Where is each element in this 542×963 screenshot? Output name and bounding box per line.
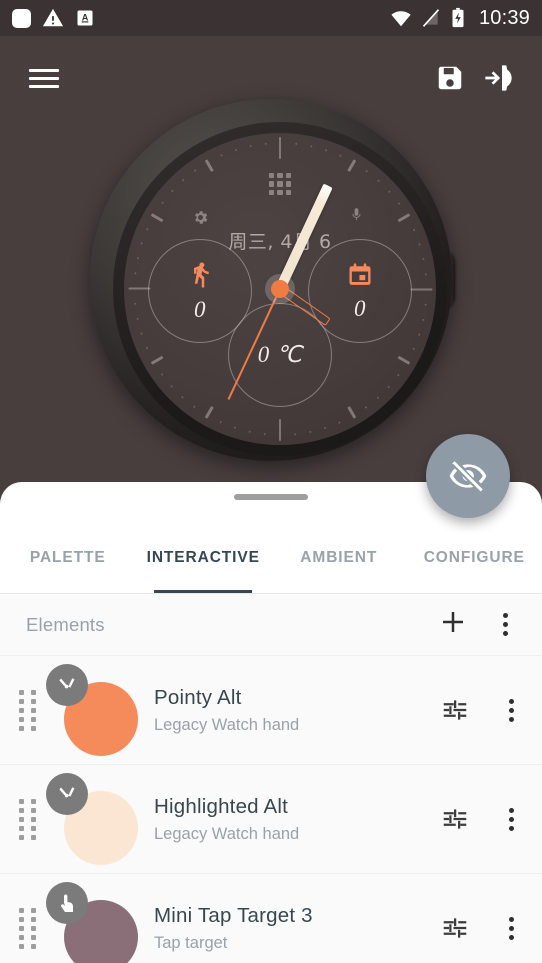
element-list-item[interactable]: Mini Tap Target 3 Tap target xyxy=(0,874,542,963)
element-subtitle: Tap target xyxy=(154,933,228,952)
save-button[interactable] xyxy=(426,54,474,102)
watch-hands-icon xyxy=(59,787,75,798)
plus-icon xyxy=(443,612,463,632)
walking-steps-icon xyxy=(194,262,209,287)
microphone-icon xyxy=(352,208,361,221)
warning-triangle-icon xyxy=(42,8,64,27)
tune-icon xyxy=(443,918,467,938)
element-tune-button[interactable] xyxy=(440,804,470,834)
watch-stage: 周三, 4月 6 0 0 0 ℃ xyxy=(81,90,461,470)
sheet-drag-handle[interactable] xyxy=(234,494,308,500)
element-title: Highlighted Alt xyxy=(154,794,289,818)
element-title: Pointy Alt xyxy=(154,685,242,709)
element-subtitle: Legacy Watch hand xyxy=(154,715,300,734)
more-vertical-icon xyxy=(508,807,514,813)
apps-grid-icon xyxy=(269,173,291,195)
hamburger-menu-button[interactable] xyxy=(20,54,68,102)
watch-preview[interactable]: 周三, 4月 6 0 0 0 ℃ xyxy=(0,70,542,490)
elements-section-header: Elements xyxy=(0,594,542,656)
element-swatch-group xyxy=(46,882,138,963)
svg-text:A: A xyxy=(82,13,89,23)
tab-bar: PALETTE INTERACTIVE AMBIENT CONFIGURE xyxy=(0,522,542,594)
subdial-steps-value: 0 xyxy=(194,296,206,322)
element-title: Mini Tap Target 3 xyxy=(154,903,313,927)
bottom-sheet: PALETTE INTERACTIVE AMBIENT CONFIGURE Eleme… xyxy=(0,482,542,963)
status-bar-right-icons: 10:39 xyxy=(390,7,530,30)
elements-section-actions xyxy=(438,607,516,642)
more-vertical-icon xyxy=(508,916,514,922)
element-row-actions xyxy=(440,695,522,725)
status-bar-clock: 10:39 xyxy=(478,6,530,29)
a-badge-icon: A xyxy=(77,10,93,26)
send-to-watch-button[interactable] xyxy=(474,54,522,102)
app-root: A 10:39 周三, 4月 6 0 0 0 ℃ PALETTE INTERAC… xyxy=(0,0,542,963)
status-bar: A 10:39 xyxy=(0,0,542,36)
blank-square-icon xyxy=(12,8,31,28)
elements-section-title: Elements xyxy=(26,613,105,635)
elements-overflow-button[interactable] xyxy=(494,611,516,639)
element-row-actions xyxy=(440,804,522,834)
hamburger-menu-icon xyxy=(29,64,59,93)
status-bar-left-icons: A xyxy=(12,7,95,29)
drag-handle-icon[interactable] xyxy=(14,907,40,949)
subdial-temperature-value: 0 ℃ xyxy=(257,342,303,367)
tab-palette[interactable]: PALETTE xyxy=(0,522,136,593)
tune-icon xyxy=(443,700,467,720)
gear-icon xyxy=(195,211,208,224)
element-tune-button[interactable] xyxy=(440,913,470,943)
element-overflow-button[interactable] xyxy=(500,914,522,942)
send-to-watch-icon xyxy=(485,65,512,91)
save-floppy-icon xyxy=(438,66,462,90)
tab-interactive[interactable]: INTERACTIVE xyxy=(136,522,272,593)
drag-handle-icon[interactable] xyxy=(14,798,40,840)
drag-handle-icon[interactable] xyxy=(14,689,40,731)
more-vertical-icon xyxy=(508,698,514,704)
element-list-item[interactable]: Pointy Alt Legacy Watch hand xyxy=(0,656,542,765)
tab-configure[interactable]: CONFIGURE xyxy=(407,522,542,593)
tab-ambient[interactable]: AMBIENT xyxy=(271,522,407,593)
element-tune-button[interactable] xyxy=(440,695,470,725)
element-type-badge xyxy=(46,664,88,706)
element-list-item[interactable]: Highlighted Alt Legacy Watch hand xyxy=(0,765,542,874)
element-swatch-group xyxy=(46,664,138,756)
element-overflow-button[interactable] xyxy=(500,696,522,724)
watch-bezel: 周三, 4月 6 0 0 0 ℃ xyxy=(90,99,452,461)
element-type-badge xyxy=(46,773,88,815)
subdial-calendar-value: 0 xyxy=(354,295,366,321)
element-text-group: Pointy Alt Legacy Watch hand xyxy=(154,686,440,735)
wifi-icon xyxy=(391,11,411,27)
add-element-button[interactable] xyxy=(438,607,468,642)
watch-dial: 周三, 4月 6 0 0 0 ℃ xyxy=(124,133,436,445)
visibility-off-icon xyxy=(449,461,487,494)
battery-charging-icon xyxy=(452,7,464,28)
signal-off-icon xyxy=(422,9,440,27)
tune-icon xyxy=(443,809,467,829)
top-app-bar xyxy=(0,36,542,120)
hand-center-cap xyxy=(271,280,289,298)
more-vertical-icon xyxy=(502,613,508,618)
element-swatch-group xyxy=(46,773,138,865)
element-type-badge xyxy=(46,882,88,924)
element-text-group: Mini Tap Target 3 Tap target xyxy=(154,904,440,953)
element-text-group: Highlighted Alt Legacy Watch hand xyxy=(154,795,440,844)
watch-hands-icon xyxy=(59,678,75,689)
element-overflow-button[interactable] xyxy=(500,805,522,833)
tap-touch-icon xyxy=(61,894,73,912)
element-subtitle: Legacy Watch hand xyxy=(154,824,300,843)
elements-list: Pointy Alt Legacy Watch hand Highlighted A… xyxy=(0,656,542,963)
toggle-visibility-fab[interactable] xyxy=(426,434,510,518)
element-row-actions xyxy=(440,913,522,943)
calendar-icon xyxy=(349,262,371,285)
